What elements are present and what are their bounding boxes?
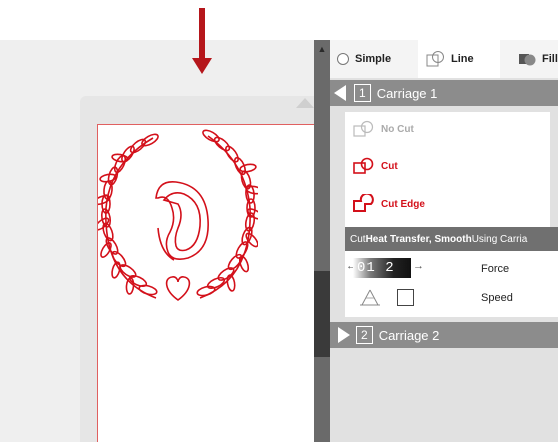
laurel-left-branch [98, 133, 159, 299]
cut-options-list: No Cut Cut Cut Edge [345, 112, 550, 227]
carriage-1-title: Carriage 1 [376, 85, 438, 101]
cut-label: Cut [381, 160, 398, 172]
expand-arrow-icon [338, 327, 350, 343]
scrollbar-thumb[interactable] [314, 271, 330, 357]
blade-depth-icon [360, 289, 380, 306]
value-display-strip[interactable]: 01 2 34 [353, 258, 411, 278]
heart-shape [165, 276, 191, 301]
monogram-letter [155, 181, 209, 261]
checkbox[interactable] [397, 289, 414, 306]
speed-label: Speed [481, 292, 513, 304]
tab-fill-label: Fill [542, 53, 558, 65]
no-cut-label: No Cut [381, 123, 414, 135]
radio-icon [337, 53, 349, 65]
vertical-scrollbar[interactable]: ▲ [314, 40, 330, 442]
cut-edge-icon [353, 194, 374, 212]
fill-icon [519, 54, 536, 66]
carriage-2-number: 2 [356, 326, 373, 344]
laurel-right-branch [196, 129, 258, 299]
info-material: Heat Transfer, Smooth [365, 233, 472, 245]
tab-simple[interactable]: Simple [336, 40, 391, 78]
feed-direction-arrow-icon [199, 8, 205, 60]
info-prefix: Cut [350, 233, 366, 245]
scroll-up-arrow-icon[interactable]: ▲ [314, 40, 330, 56]
mat-corner-marker-icon [296, 98, 314, 108]
scroll-right-arrow-icon[interactable]: → [413, 260, 424, 272]
cut-settings-summary: Cut Heat Transfer, Smooth Using Carria [345, 227, 558, 251]
cut-icon [353, 157, 374, 174]
carriage-2-header[interactable]: 2 Carriage 2 [330, 322, 558, 348]
tab-simple-label: Simple [355, 53, 392, 65]
tab-fill[interactable]: Fill [518, 40, 558, 78]
no-cut-icon [353, 120, 374, 137]
laurel-monogram-design[interactable] [98, 128, 258, 308]
line-icon [426, 51, 444, 67]
cut-option-no-cut[interactable]: No Cut [345, 114, 414, 144]
carriage-1-header[interactable]: 1 Carriage 1 [330, 80, 558, 106]
tab-line-label: Line [451, 53, 474, 65]
force-label: Force [481, 263, 510, 275]
carriage-2-title: Carriage 2 [378, 327, 440, 343]
info-suffix: Using Carria [471, 233, 528, 245]
cut-option-cut-edge[interactable]: Cut Edge [345, 189, 425, 219]
cut-edge-label: Cut Edge [381, 198, 425, 210]
tab-line[interactable]: Line [426, 40, 474, 78]
cut-mode-tabs: Simple Line Fill [330, 40, 558, 78]
collapse-arrow-icon [334, 85, 346, 101]
feed-direction-arrowhead-icon [192, 58, 212, 74]
cut-settings-box: ← 01 2 34 → Force Speed [345, 251, 558, 317]
carriage-1-number: 1 [354, 84, 371, 102]
cut-option-cut[interactable]: Cut [345, 151, 398, 181]
